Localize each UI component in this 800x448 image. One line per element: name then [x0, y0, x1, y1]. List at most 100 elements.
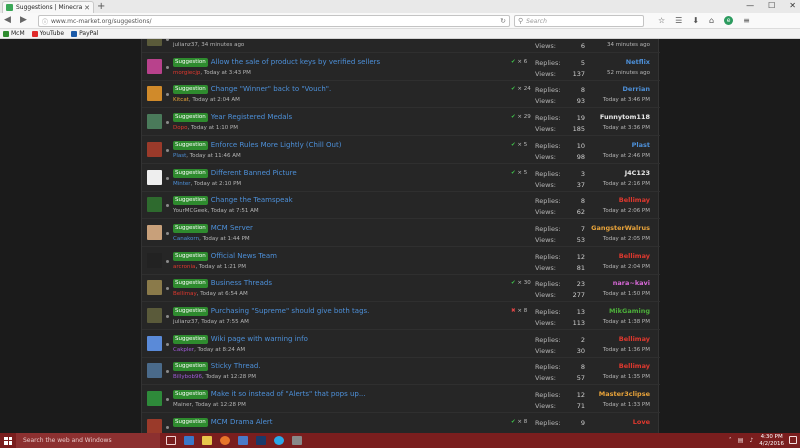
- thread-author-link[interactable]: morgiecjp: [173, 70, 200, 76]
- close-tab-icon[interactable]: ✕: [84, 4, 90, 12]
- rating-summary[interactable]: ✔ × 30: [511, 280, 531, 287]
- thread-author-link[interactable]: julianz37: [173, 319, 198, 325]
- thread-title-link[interactable]: Business Threads: [211, 279, 272, 288]
- suggestion-prefix-badge[interactable]: Suggestion: [173, 417, 208, 427]
- suggestion-prefix-badge[interactable]: Suggestion: [173, 196, 208, 206]
- menu-icon[interactable]: ≡: [743, 16, 750, 26]
- thread-title-link[interactable]: MCM Drama Alert: [211, 418, 273, 427]
- steam-icon[interactable]: [256, 436, 266, 445]
- user-avatar[interactable]: [147, 224, 162, 240]
- close-window-icon[interactable]: ✕: [789, 1, 796, 11]
- suggestion-prefix-badge[interactable]: Suggestion: [173, 307, 208, 316]
- thread-author-link[interactable]: YourMCGeek: [173, 208, 208, 214]
- thread-title-link[interactable]: Sticky Thread.: [211, 362, 261, 371]
- thread-author-link[interactable]: Kitcat: [173, 97, 189, 103]
- user-avatar[interactable]: [147, 308, 162, 323]
- user-avatar[interactable]: [147, 114, 162, 130]
- last-post-time[interactable]: 34 minutes ago: [607, 42, 650, 49]
- rating-summary[interactable]: ✔ × 5: [511, 142, 527, 149]
- rating-summary[interactable]: ✔ × 8: [511, 419, 527, 426]
- home-icon[interactable]: ⌂: [709, 16, 714, 26]
- thread-title-link[interactable]: Wiki page with warning info: [211, 335, 308, 344]
- thread-author-link[interactable]: Mainer: [173, 402, 192, 408]
- thread-author-link[interactable]: Billybob96: [173, 374, 202, 380]
- last-post-time[interactable]: 52 minutes ago: [607, 70, 650, 77]
- last-poster-link[interactable]: J4C123: [625, 169, 650, 177]
- thread-row[interactable]: Suggestion Year Registered Medals Dopo, To…: [142, 108, 660, 137]
- suggestion-prefix-badge[interactable]: Suggestion: [173, 390, 208, 400]
- minimize-icon[interactable]: —: [746, 1, 754, 11]
- last-post-time[interactable]: Today at 3:46 PM: [603, 97, 650, 104]
- notifications-icon[interactable]: [789, 436, 797, 444]
- clock[interactable]: 4:30 PM 4/2/2016: [759, 434, 784, 447]
- reading-list-icon[interactable]: ☰: [675, 16, 682, 26]
- suggestion-prefix-badge[interactable]: Suggestion: [173, 223, 208, 233]
- thread-author-link[interactable]: Cakpler: [173, 347, 194, 353]
- thread-row[interactable]: Suggestion Change "Winner" back to "Vouch…: [142, 80, 660, 109]
- user-avatar[interactable]: [147, 280, 162, 296]
- user-avatar[interactable]: [147, 418, 162, 433]
- last-poster-link[interactable]: GangsterWalrus: [591, 224, 650, 232]
- last-post-time[interactable]: Today at 2:04 PM: [603, 264, 650, 271]
- bookmark-youtube[interactable]: YouTube: [31, 30, 64, 37]
- last-poster-link[interactable]: Netflix: [626, 58, 650, 66]
- user-avatar[interactable]: [147, 169, 162, 185]
- app-icon[interactable]: [292, 436, 302, 445]
- thread-row[interactable]: Suggestion Business Threads Bellimay, Toda…: [142, 274, 660, 303]
- thread-author-link[interactable]: Canakorn: [173, 236, 199, 242]
- last-post-time[interactable]: Today at 3:36 PM: [603, 125, 650, 132]
- thread-title-link[interactable]: Make it so instead of "Alerts" that pops…: [211, 390, 366, 399]
- back-icon[interactable]: ◀: [4, 15, 11, 26]
- thread-row[interactable]: Suggestion Sticky Thread. Billybob96, Toda…: [142, 357, 660, 386]
- task-view-icon[interactable]: [166, 436, 176, 445]
- thread-author-link[interactable]: Plast: [173, 153, 186, 159]
- suggestion-prefix-badge[interactable]: Suggestion: [173, 57, 208, 67]
- user-avatar[interactable]: [147, 86, 162, 102]
- user-avatar[interactable]: [147, 58, 162, 74]
- thread-row[interactable]: Suggestion Purchasing "Supreme" should gi…: [142, 302, 660, 330]
- rating-summary[interactable]: ✔ × 24: [511, 86, 531, 93]
- network-icon[interactable]: ▤: [738, 437, 744, 444]
- thread-title-link[interactable]: Purchasing "Supreme" should give both ta…: [211, 307, 370, 316]
- thread-row[interactable]: Suggestion Official News Team arcronia, To…: [142, 247, 660, 275]
- last-post-time[interactable]: Today at 1:50 PM: [603, 291, 650, 298]
- user-avatar[interactable]: [147, 391, 162, 407]
- thread-row[interactable]: Suggestion Different Banned Picture Minter…: [142, 164, 660, 192]
- thread-row[interactable]: Suggestion Make it so instead of "Alerts"…: [142, 385, 660, 414]
- thread-author-link[interactable]: Dopo: [173, 125, 187, 131]
- rating-summary[interactable]: ✔ × 6: [511, 59, 527, 66]
- url-bar[interactable]: ⓘ www.mc-market.org/suggestions/ ↻: [38, 15, 510, 27]
- last-poster-link[interactable]: MikGaming: [609, 307, 650, 315]
- last-post-time[interactable]: Today at 1:36 PM: [603, 347, 650, 354]
- suggestion-prefix-badge[interactable]: Suggestion: [173, 334, 208, 344]
- last-poster-link[interactable]: Bellimay: [619, 335, 650, 343]
- last-poster-link[interactable]: Bellimay: [619, 196, 650, 204]
- store-icon[interactable]: [238, 436, 248, 445]
- thread-title-link[interactable]: Change "Winner" back to "Vouch".: [211, 85, 332, 94]
- extension-icon[interactable]: e: [724, 16, 734, 25]
- last-poster-link[interactable]: Bellimay: [619, 362, 650, 370]
- new-tab-icon[interactable]: +: [97, 1, 105, 12]
- last-poster-link[interactable]: nara~kavi: [613, 279, 650, 287]
- browser-tab[interactable]: Suggestions | Minecraft M... ✕: [2, 1, 94, 13]
- last-poster-link[interactable]: Bellimay: [619, 252, 650, 260]
- suggestion-prefix-badge[interactable]: Suggestion: [173, 362, 208, 372]
- bookmark-star-icon[interactable]: ☆: [658, 16, 665, 26]
- rating-summary[interactable]: ✔ × 29: [511, 114, 531, 121]
- last-post-time[interactable]: Today at 2:46 PM: [603, 153, 650, 160]
- thread-row[interactable]: Suggestion MCM Server Canakorn, Today at 1…: [142, 219, 660, 247]
- browser-search-input[interactable]: ⚲ Search: [514, 15, 644, 27]
- thread-title-link[interactable]: Change the Teamspeak: [211, 196, 293, 205]
- thread-row[interactable]: Suggestion Enforce Rules More Lightly (Ch…: [142, 136, 660, 164]
- maximize-icon[interactable]: ☐: [768, 1, 775, 11]
- last-poster-link[interactable]: Derrian: [623, 85, 650, 93]
- thread-title-link[interactable]: Official News Team: [211, 252, 277, 261]
- thread-row[interactable]: Suggestion Wiki page with warning info Cak…: [142, 330, 660, 358]
- last-poster-link[interactable]: Funnytom118: [600, 113, 650, 121]
- suggestion-prefix-badge[interactable]: Suggestion: [173, 279, 208, 289]
- file-explorer-icon[interactable]: [202, 436, 212, 445]
- user-avatar[interactable]: [147, 363, 162, 379]
- last-poster-link[interactable]: Master3clipse: [599, 390, 650, 398]
- user-avatar[interactable]: [147, 141, 162, 157]
- thread-row[interactable]: Suggestion MCM Drama Alert ✔ × 8 Replies: 9 L…: [142, 413, 660, 433]
